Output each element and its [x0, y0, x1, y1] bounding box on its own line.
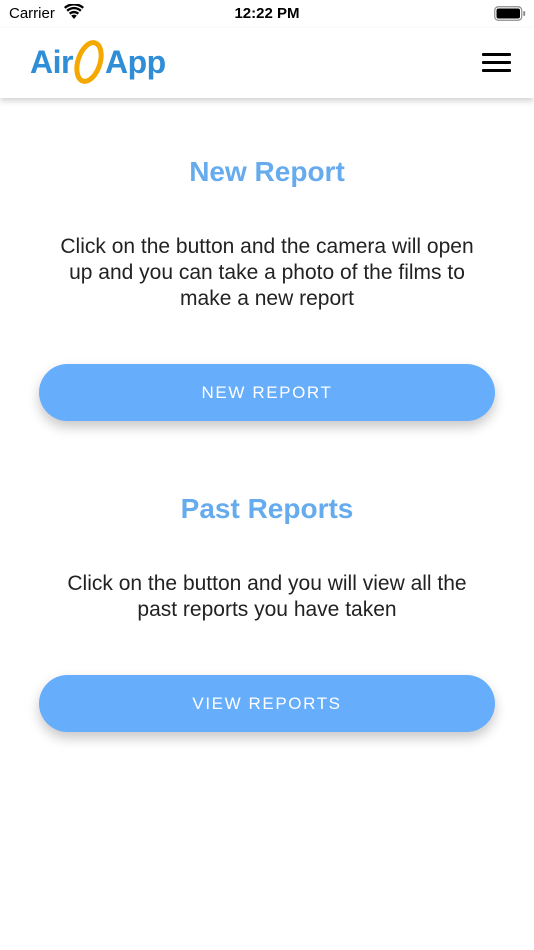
app-logo: Air App: [30, 38, 166, 86]
battery-full-icon: [494, 6, 526, 21]
hamburger-menu-icon[interactable]: [474, 46, 518, 80]
new-report-button[interactable]: NEW REPORT: [39, 364, 495, 421]
past-reports-title: Past Reports: [180, 493, 354, 524]
past-reports-description: Click on the button and you will view al…: [67, 572, 467, 621]
logo-text-app: App: [104, 43, 166, 80]
view-reports-button[interactable]: VIEW REPORTS: [39, 675, 495, 732]
status-bar: Carrier 12:22 PM: [0, 0, 534, 28]
new-report-description: Click on the button and the camera will …: [60, 235, 474, 310]
app-header: Air App: [0, 28, 534, 98]
ring-logo-icon: [71, 39, 107, 85]
status-time: 12:22 PM: [234, 5, 300, 22]
new-report-title: New Report: [189, 156, 345, 187]
logo-text-air: Air: [30, 43, 73, 80]
